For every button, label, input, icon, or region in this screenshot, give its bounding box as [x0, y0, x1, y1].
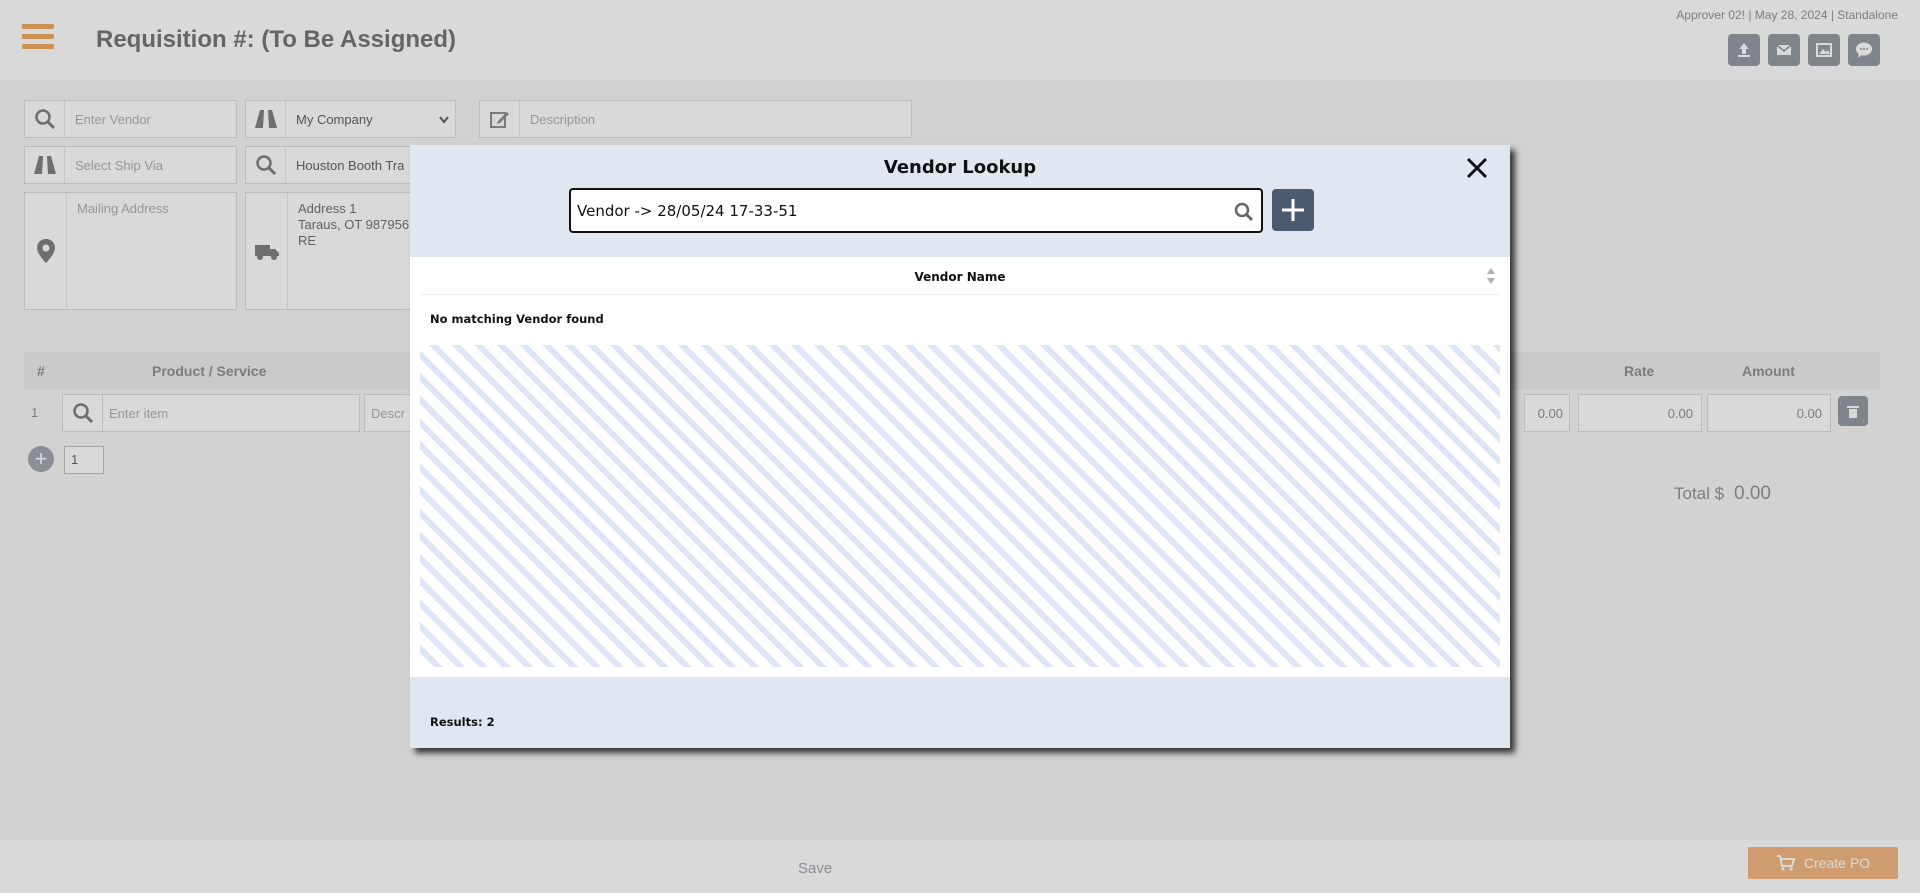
vendor-search-box	[569, 188, 1263, 233]
vendor-search-input[interactable]	[571, 190, 1211, 231]
vendor-results-table: Vendor Name No matching Vendor found	[420, 257, 1500, 675]
sort-icon[interactable]	[1486, 267, 1496, 285]
add-vendor-button[interactable]	[1272, 189, 1314, 231]
empty-message: No matching Vendor found	[430, 312, 604, 326]
modal-header: Vendor Lookup	[410, 145, 1510, 257]
vendor-lookup-modal: Vendor Lookup Vendor Name No matching Ve…	[410, 145, 1510, 748]
modal-title: Vendor Lookup	[883, 157, 1037, 178]
close-icon[interactable]	[1462, 153, 1492, 183]
plus-icon	[1282, 199, 1304, 221]
modal-footer: Results: 2	[410, 677, 1510, 748]
search-icon[interactable]	[1233, 201, 1255, 223]
vendor-name-column-header[interactable]: Vendor Name	[420, 257, 1500, 295]
results-count: Results: 2	[430, 715, 495, 729]
column-label: Vendor Name	[914, 270, 1006, 284]
empty-results-area	[420, 345, 1500, 667]
